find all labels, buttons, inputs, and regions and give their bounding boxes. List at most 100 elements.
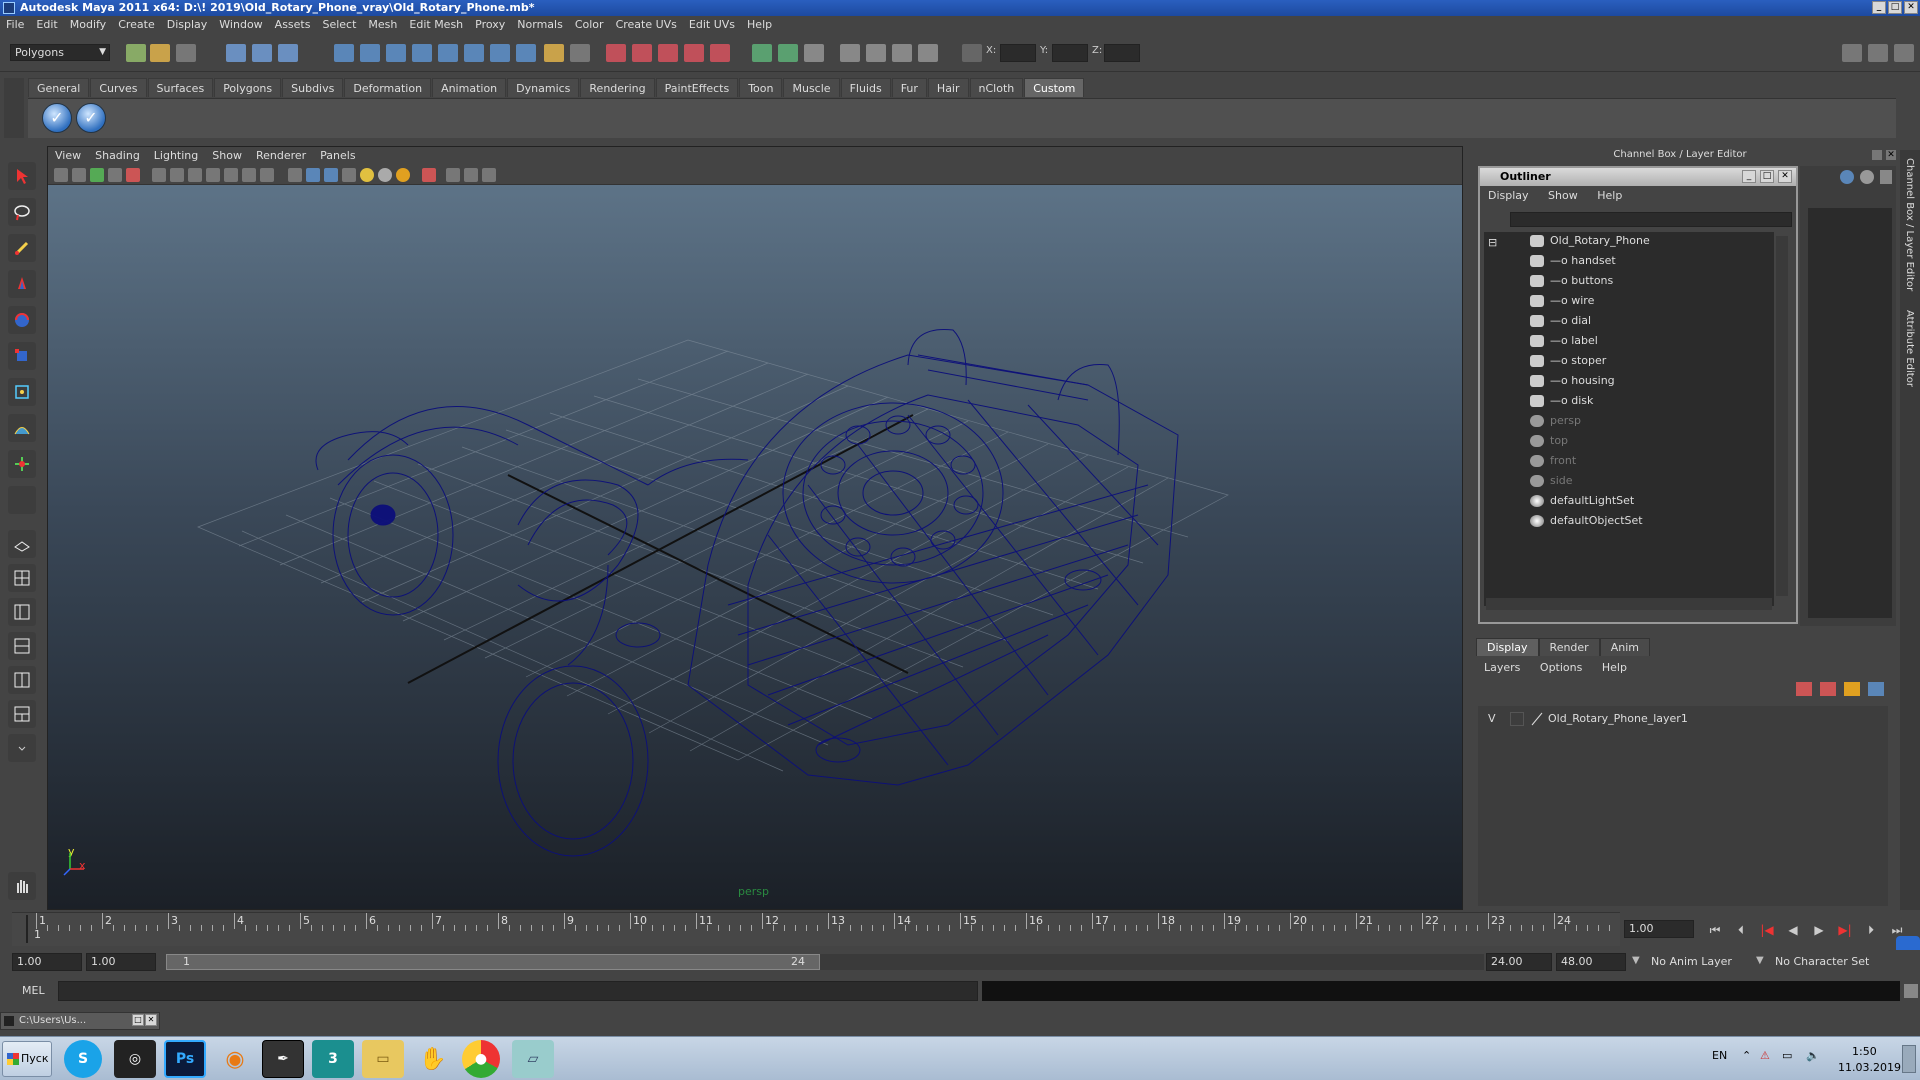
- current-time-field[interactable]: 1.00: [1624, 920, 1694, 938]
- channel-box-icon[interactable]: [1868, 44, 1888, 62]
- current-time-marker[interactable]: [26, 915, 28, 943]
- clock-time[interactable]: 1:50: [1852, 1045, 1877, 1058]
- show-manipulator-icon[interactable]: [8, 450, 36, 478]
- scale-tool-icon[interactable]: [8, 342, 36, 370]
- go-to-start-icon[interactable]: ⏮: [1706, 922, 1724, 938]
- render-region-icon[interactable]: [710, 44, 730, 62]
- resolution-gate-icon[interactable]: [188, 168, 202, 182]
- menu-window[interactable]: Window: [213, 16, 268, 34]
- volume-icon[interactable]: 🔈: [1806, 1049, 1820, 1062]
- outliner-item-default-light-set[interactable]: defaultLightSet: [1530, 492, 1634, 510]
- outliner-item-top[interactable]: top: [1530, 432, 1568, 450]
- channel-box-mode-icon[interactable]: [1840, 170, 1854, 184]
- menu-display[interactable]: Display: [161, 16, 214, 34]
- layer-tab-display[interactable]: Display: [1476, 638, 1539, 656]
- outliner-menu-help[interactable]: Help: [1589, 189, 1630, 202]
- lock-icon[interactable]: [544, 44, 564, 62]
- menu-edit-uvs[interactable]: Edit UVs: [683, 16, 741, 34]
- smooth-shade-icon[interactable]: [306, 168, 320, 182]
- last-tool-icon[interactable]: [8, 486, 36, 514]
- construction-history-icon[interactable]: [490, 44, 510, 62]
- channel-box-side-tab[interactable]: Channel Box / Layer Editor: [1904, 158, 1915, 291]
- maximize-button[interactable]: □: [1888, 1, 1902, 14]
- panel-layout-icon[interactable]: [1842, 44, 1862, 62]
- menu-create-uvs[interactable]: Create UVs: [610, 16, 683, 34]
- network-icon[interactable]: ⚠: [1760, 1049, 1770, 1062]
- shelf-tab-fluids[interactable]: Fluids: [840, 78, 891, 97]
- shelf-tab-ncloth[interactable]: nCloth: [969, 78, 1024, 97]
- range-bar[interactable]: 1 24: [166, 954, 1484, 970]
- outliner-item-disk[interactable]: —o disk: [1530, 392, 1593, 410]
- help-icon[interactable]: [516, 44, 536, 62]
- lasso-tool-icon[interactable]: [8, 198, 36, 226]
- shelf-tab-animation[interactable]: Animation: [432, 78, 507, 97]
- play-backward-icon[interactable]: ◀: [1784, 922, 1802, 938]
- menu-select[interactable]: Select: [316, 16, 362, 34]
- play-forward-icon[interactable]: ▶: [1810, 922, 1828, 938]
- select-object-icon[interactable]: [252, 44, 272, 62]
- menu-help[interactable]: Help: [741, 16, 778, 34]
- shelf-menu-handle[interactable]: [4, 78, 24, 138]
- start-time-field[interactable]: 1.00: [12, 953, 82, 971]
- menu-normals[interactable]: Normals: [511, 16, 569, 34]
- outliner-item-stoper[interactable]: —o stoper: [1530, 352, 1606, 370]
- snap-curve-icon[interactable]: [360, 44, 380, 62]
- save-scene-icon[interactable]: [176, 44, 196, 62]
- outliner-item-front[interactable]: front: [1530, 452, 1576, 470]
- show-desktop-button[interactable]: [1902, 1045, 1916, 1073]
- soft-modification-icon[interactable]: [8, 414, 36, 442]
- check-icon[interactable]: ✓: [76, 103, 106, 133]
- channel-box-settings-icon[interactable]: [1860, 170, 1874, 184]
- four-view-layout-icon[interactable]: [8, 564, 36, 592]
- outliner-item-housing[interactable]: —o housing: [1530, 372, 1615, 390]
- outliner-horizontal-scrollbar[interactable]: [1486, 598, 1772, 610]
- playback-start-field[interactable]: 1.00: [86, 953, 156, 971]
- outliner-minimize-button[interactable]: _: [1742, 170, 1756, 183]
- new-layer-empty-icon[interactable]: [1796, 682, 1812, 696]
- viewport-canvas[interactable]: persp y x: [48, 185, 1462, 909]
- layer-color-swatch[interactable]: [1530, 712, 1544, 726]
- outliner-item-handset[interactable]: —o handset: [1530, 252, 1616, 270]
- menu-color[interactable]: Color: [569, 16, 610, 34]
- playback-end-field[interactable]: 24.00: [1486, 953, 1552, 971]
- step-forward-frame-icon[interactable]: ⏵: [1862, 922, 1880, 938]
- outliner-menu-show[interactable]: Show: [1540, 189, 1586, 202]
- bookmark-icon[interactable]: [90, 168, 104, 182]
- show-hidden-icons-icon[interactable]: ⌃: [1742, 1049, 1751, 1062]
- outliner-item-dial[interactable]: —o dial: [1530, 312, 1591, 330]
- command-input[interactable]: [58, 981, 978, 1001]
- language-indicator[interactable]: EN: [1712, 1049, 1727, 1062]
- rotate-tool-icon[interactable]: [8, 306, 36, 334]
- menu-edit[interactable]: Edit: [30, 16, 63, 34]
- outliner-item-wire[interactable]: —o wire: [1530, 292, 1594, 310]
- shelf-tab-rendering[interactable]: Rendering: [580, 78, 655, 97]
- shelf-tab-subdivs[interactable]: Subdivs: [282, 78, 344, 97]
- render-current-frame-icon[interactable]: [606, 44, 626, 62]
- layer-row[interactable]: V Old_Rotary_Phone_layer1: [1482, 710, 1882, 728]
- step-forward-key-icon[interactable]: ▶|: [1836, 922, 1854, 938]
- chevron-down-icon[interactable]: ▼: [1756, 955, 1764, 966]
- texture-icon[interactable]: [342, 168, 356, 182]
- 3ds-max-icon[interactable]: 3: [312, 1040, 354, 1078]
- shelf-tab-polygons[interactable]: Polygons: [214, 78, 282, 97]
- snap-view-plane-icon[interactable]: [412, 44, 432, 62]
- range-thumb[interactable]: 1 24: [166, 954, 820, 970]
- viewport-menu-lighting[interactable]: Lighting: [147, 147, 205, 165]
- outliner-close-button[interactable]: ✕: [1778, 170, 1792, 183]
- persp-graph-layout-icon[interactable]: [8, 632, 36, 660]
- paint-select-tool-icon[interactable]: [8, 234, 36, 262]
- y-field[interactable]: [1052, 44, 1088, 62]
- camera-select-icon[interactable]: [54, 168, 68, 182]
- high-quality-icon[interactable]: [396, 168, 410, 182]
- menu-proxy[interactable]: Proxy: [469, 16, 511, 34]
- new-layer-selected-icon[interactable]: [1820, 682, 1836, 696]
- tool-settings-icon[interactable]: [840, 44, 860, 62]
- shelf-tab-fur[interactable]: Fur: [891, 78, 927, 97]
- show-hide-ui-icon[interactable]: [752, 44, 772, 62]
- attribute-editor-side-tab[interactable]: Attribute Editor: [1904, 310, 1915, 387]
- minimize-button[interactable]: _: [1872, 1, 1886, 14]
- check-icon[interactable]: ✓: [42, 103, 72, 133]
- photoshop-icon[interactable]: Ps: [164, 1040, 206, 1078]
- outliner-maximize-button[interactable]: □: [1760, 170, 1774, 183]
- layer-tab-anim[interactable]: Anim: [1599, 638, 1650, 656]
